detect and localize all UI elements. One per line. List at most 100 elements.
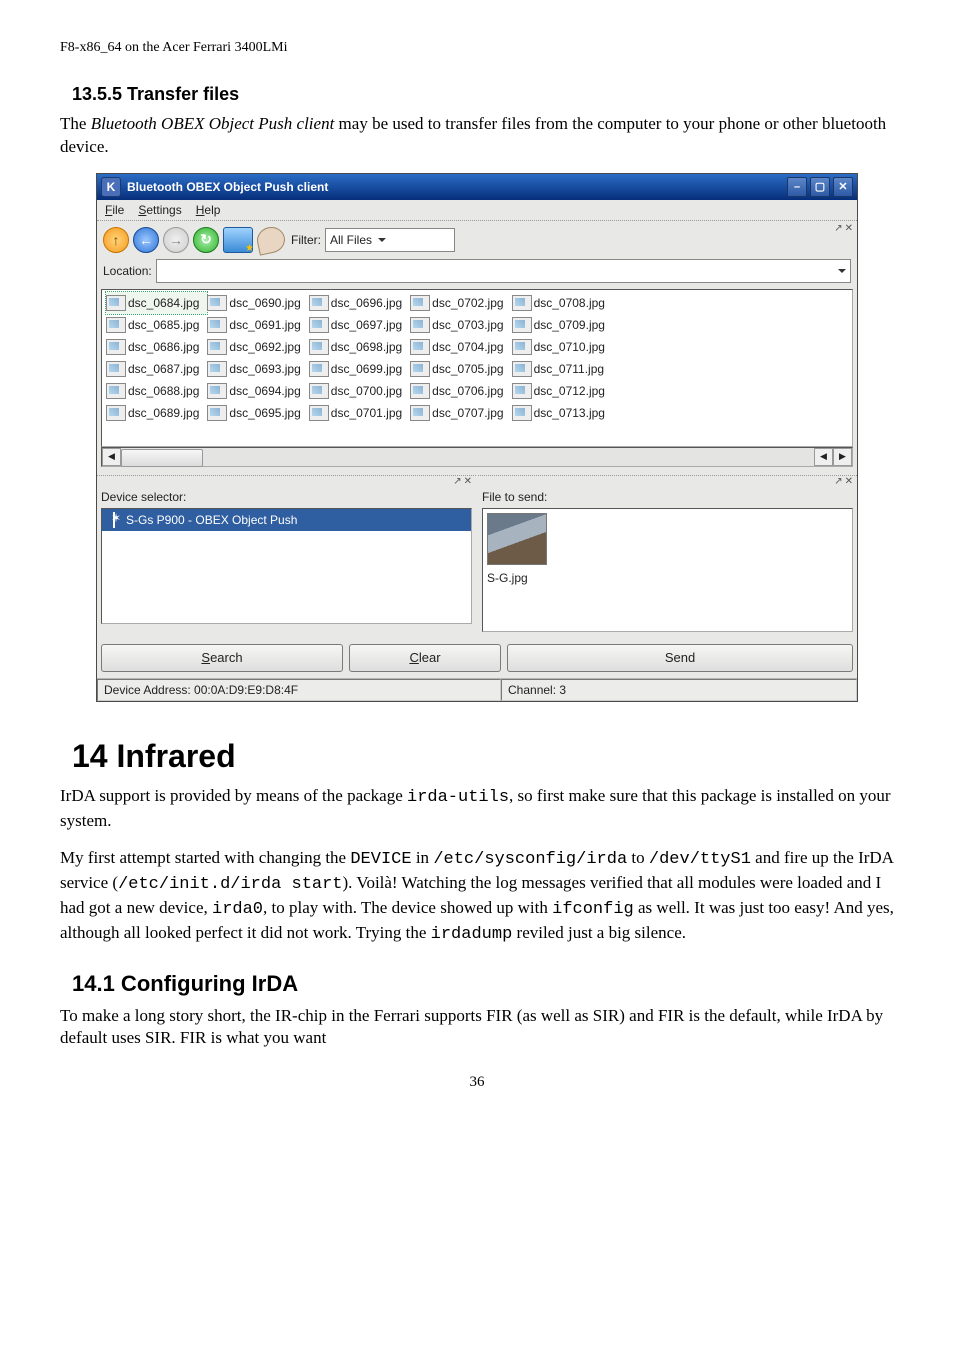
file-item[interactable]: dsc_0704.jpg [410, 336, 511, 358]
file-item[interactable]: dsc_0691.jpg [207, 314, 308, 336]
file-item[interactable]: dsc_0687.jpg [106, 358, 207, 380]
file-item[interactable]: dsc_0709.jpg [512, 314, 613, 336]
image-icon [207, 317, 227, 333]
image-icon [309, 317, 329, 333]
file-item[interactable]: dsc_0713.jpg [512, 402, 613, 424]
file-item[interactable]: dsc_0690.jpg [207, 292, 308, 314]
heading-1355: 13.5.5 Transfer files [72, 84, 894, 105]
image-icon [512, 361, 532, 377]
bluetooth-icon [108, 512, 120, 528]
file-item[interactable]: dsc_0689.jpg [106, 402, 207, 424]
image-icon [512, 295, 532, 311]
scroll-track[interactable] [121, 449, 814, 465]
panel-detach-icon[interactable]: ↗ [453, 476, 461, 487]
file-item[interactable]: dsc_0688.jpg [106, 380, 207, 402]
scroll-left2-icon[interactable]: ◀ [814, 448, 833, 466]
filter-combo[interactable]: All Files [325, 228, 455, 252]
image-icon [106, 383, 126, 399]
image-icon [309, 361, 329, 377]
menu-settings[interactable]: Settings [138, 203, 181, 217]
p-infrared-1: IrDA support is provided by means of the… [60, 785, 894, 833]
palette-icon[interactable] [255, 224, 288, 255]
menu-help[interactable]: Help [196, 203, 221, 217]
image-icon [410, 383, 430, 399]
image-icon [106, 295, 126, 311]
nav-forward-icon[interactable]: → [163, 227, 189, 253]
close-button[interactable]: ✕ [833, 177, 853, 197]
file-item[interactable]: dsc_0685.jpg [106, 314, 207, 336]
file-item[interactable]: dsc_0708.jpg [512, 292, 613, 314]
p-infrared-2: My first attempt started with changing t… [60, 847, 894, 947]
file-item[interactable]: dsc_0698.jpg [309, 336, 410, 358]
image-icon [207, 383, 227, 399]
file-item[interactable]: dsc_0695.jpg [207, 402, 308, 424]
p-transfer-files: The Bluetooth OBEX Object Push client ma… [60, 113, 894, 159]
image-icon [410, 339, 430, 355]
file-item[interactable]: dsc_0694.jpg [207, 380, 308, 402]
file-item[interactable]: dsc_0696.jpg [309, 292, 410, 314]
maximize-button[interactable]: ▢ [810, 177, 830, 197]
bookmarks-icon[interactable] [223, 227, 253, 253]
file-item[interactable]: dsc_0707.jpg [410, 402, 511, 424]
clear-button[interactable]: Clear [349, 644, 501, 672]
toolbar: ↑ ← → ↻ Filter: All Files [101, 223, 853, 259]
chevron-down-icon [838, 269, 846, 273]
image-icon [309, 383, 329, 399]
nav-up-icon[interactable]: ↑ [103, 227, 129, 253]
heading-14: 14 Infrared [72, 738, 894, 775]
file-item[interactable]: dsc_0700.jpg [309, 380, 410, 402]
file-grid[interactable]: dsc_0684.jpg dsc_0685.jpg dsc_0686.jpg d… [101, 289, 853, 447]
file-item[interactable]: dsc_0693.jpg [207, 358, 308, 380]
file-item[interactable]: dsc_0692.jpg [207, 336, 308, 358]
device-listbox[interactable]: S-Gs P900 - OBEX Object Push [101, 508, 472, 624]
file-item[interactable]: dsc_0699.jpg [309, 358, 410, 380]
search-button[interactable]: Search [101, 644, 343, 672]
device-row[interactable]: S-Gs P900 - OBEX Object Push [102, 509, 471, 531]
device-name: S-Gs P900 - OBEX Object Push [126, 513, 297, 527]
nav-reload-icon[interactable]: ↻ [193, 227, 219, 253]
file-item[interactable]: dsc_0697.jpg [309, 314, 410, 336]
file-item[interactable]: dsc_0710.jpg [512, 336, 613, 358]
scroll-thumb[interactable] [121, 449, 203, 467]
panel-close-icon[interactable]: ✕ [845, 223, 853, 234]
image-icon [309, 339, 329, 355]
location-combo[interactable] [156, 259, 851, 283]
file-browser-panel: ↗ ✕ ↑ ← → ↻ Filter: All Files Location: [97, 220, 857, 473]
file-item[interactable]: dsc_0712.jpg [512, 380, 613, 402]
minimize-button[interactable]: – [787, 177, 807, 197]
image-icon [106, 317, 126, 333]
panel-close-icon[interactable]: ✕ [464, 476, 472, 487]
panel-detach-icon[interactable]: ↗ [834, 223, 842, 234]
nav-back-icon[interactable]: ← [133, 227, 159, 253]
image-icon [410, 295, 430, 311]
panel-detach-icon[interactable]: ↗ [834, 476, 842, 487]
filter-label: Filter: [291, 233, 321, 247]
filter-value: All Files [330, 233, 372, 247]
image-icon [207, 339, 227, 355]
device-selector-panel: ↗ ✕ Device selector: S-Gs P900 - OBEX Ob… [97, 475, 476, 638]
titlebar[interactable]: K Bluetooth OBEX Object Push client – ▢ … [97, 174, 857, 200]
code-irda-utils: irda-utils [407, 788, 509, 807]
file-item[interactable]: dsc_0684.jpg [106, 292, 207, 314]
image-icon [106, 339, 126, 355]
preview-thumbnail [487, 513, 547, 565]
image-icon [512, 383, 532, 399]
file-item[interactable]: dsc_0711.jpg [512, 358, 613, 380]
file-item[interactable]: dsc_0706.jpg [410, 380, 511, 402]
file-item[interactable]: dsc_0686.jpg [106, 336, 207, 358]
menu-file[interactable]: File [105, 203, 124, 217]
scroll-right-icon[interactable]: ▶ [833, 448, 852, 466]
file-item[interactable]: dsc_0702.jpg [410, 292, 511, 314]
panel-close-icon[interactable]: ✕ [845, 476, 853, 487]
menubar: File Settings Help [97, 200, 857, 220]
file-to-send-box[interactable]: S-G.jpg [482, 508, 853, 632]
file-item[interactable]: dsc_0703.jpg [410, 314, 511, 336]
scroll-left-icon[interactable]: ◀ [102, 448, 121, 466]
doc-running-header: F8-x86_64 on the Acer Ferrari 3400LMi [60, 40, 894, 56]
image-icon [512, 405, 532, 421]
window-title: Bluetooth OBEX Object Push client [127, 180, 328, 194]
horizontal-scrollbar[interactable]: ◀ ◀ ▶ [101, 447, 853, 467]
file-item[interactable]: dsc_0705.jpg [410, 358, 511, 380]
file-item[interactable]: dsc_0701.jpg [309, 402, 410, 424]
send-button[interactable]: Send [507, 644, 853, 672]
